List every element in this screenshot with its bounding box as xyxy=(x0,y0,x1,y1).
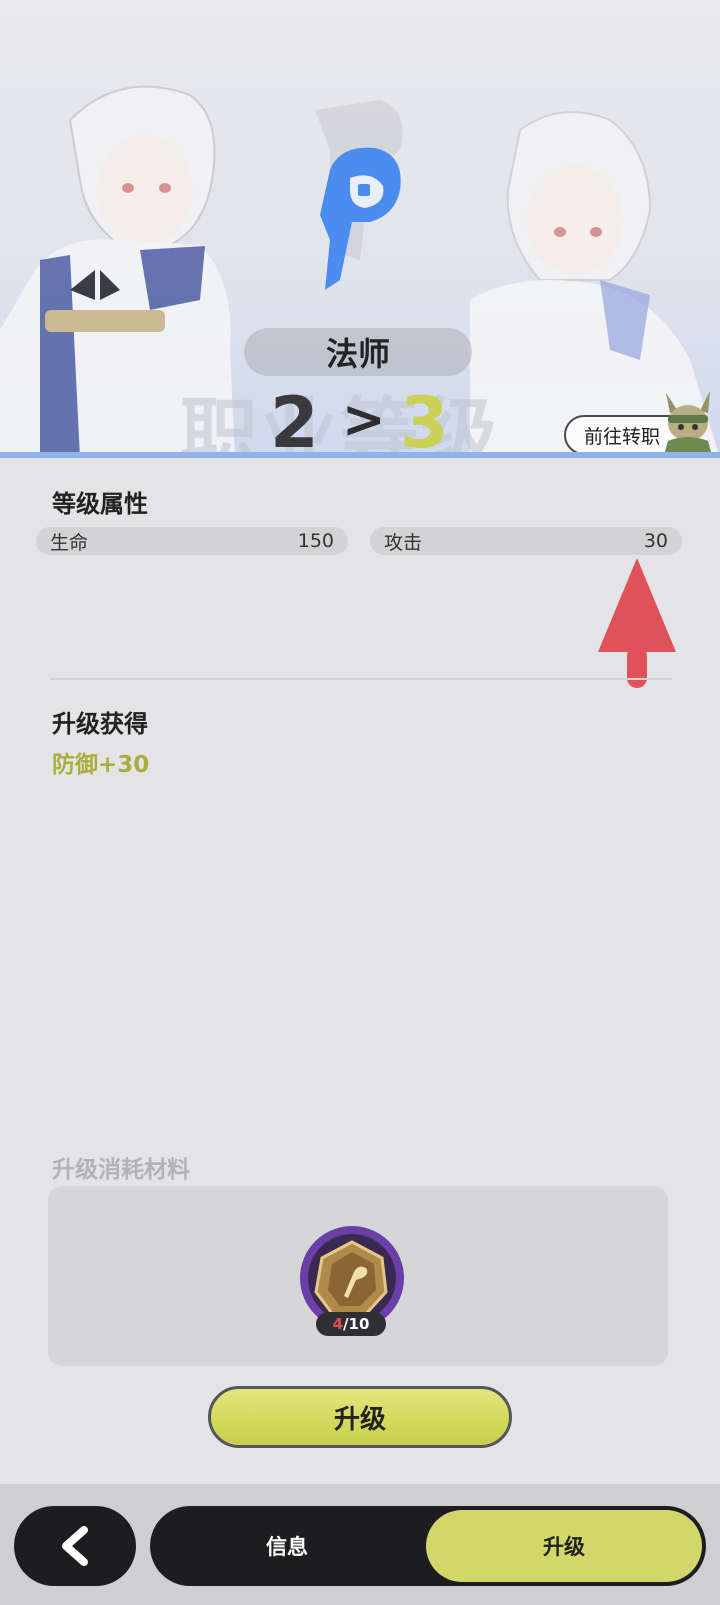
tab-upgrade-label: 升级 xyxy=(543,1535,585,1559)
stat-attack-label: 攻击 xyxy=(384,531,423,554)
staff-emblem xyxy=(320,147,401,290)
stat-attack: 攻击 30 xyxy=(370,527,682,555)
upgrade-button-label: 升级 xyxy=(333,1404,386,1435)
section-divider xyxy=(50,678,672,680)
upgrade-button[interactable]: 升级 xyxy=(208,1386,512,1448)
goto-class-change-label: 前往转职 xyxy=(584,425,661,448)
class-name-banner: 法师 xyxy=(244,328,472,376)
material-count-current: 4 xyxy=(332,1315,344,1333)
level-attributes-title: 等级属性 xyxy=(52,490,148,518)
tab-bar: 信息 升级 xyxy=(150,1506,706,1586)
upgrade-rewards-title: 升级获得 xyxy=(52,710,148,738)
chevron-left-icon xyxy=(62,1526,88,1566)
class-hero-banner: 职业等级 法师 2 > 3 前往转职 xyxy=(0,0,720,458)
back-button[interactable] xyxy=(14,1506,136,1586)
material-count-required: 10 xyxy=(348,1315,370,1333)
tab-info-label: 信息 xyxy=(266,1535,308,1559)
hero-bottom-bar xyxy=(0,452,720,458)
stat-attack-value: 30 xyxy=(643,530,668,552)
class-name: 法师 xyxy=(325,335,390,373)
stat-hp-value: 150 xyxy=(297,530,334,552)
tab-info[interactable]: 信息 xyxy=(150,1506,424,1586)
level-from: 2 xyxy=(270,382,319,458)
level-arrow: > xyxy=(342,390,386,450)
level-to: 3 xyxy=(400,382,449,458)
upgrade-reward-value: 防御+30 xyxy=(52,752,150,778)
stat-hp: 生命 150 xyxy=(36,527,348,555)
material-count: 4/10 xyxy=(316,1312,386,1336)
materials-title: 升级消耗材料 xyxy=(52,1157,190,1183)
npc-avatar-icon[interactable] xyxy=(656,383,720,455)
tab-upgrade[interactable]: 升级 xyxy=(426,1510,702,1582)
red-up-arrow-icon xyxy=(598,558,676,688)
stat-hp-label: 生命 xyxy=(50,531,89,554)
